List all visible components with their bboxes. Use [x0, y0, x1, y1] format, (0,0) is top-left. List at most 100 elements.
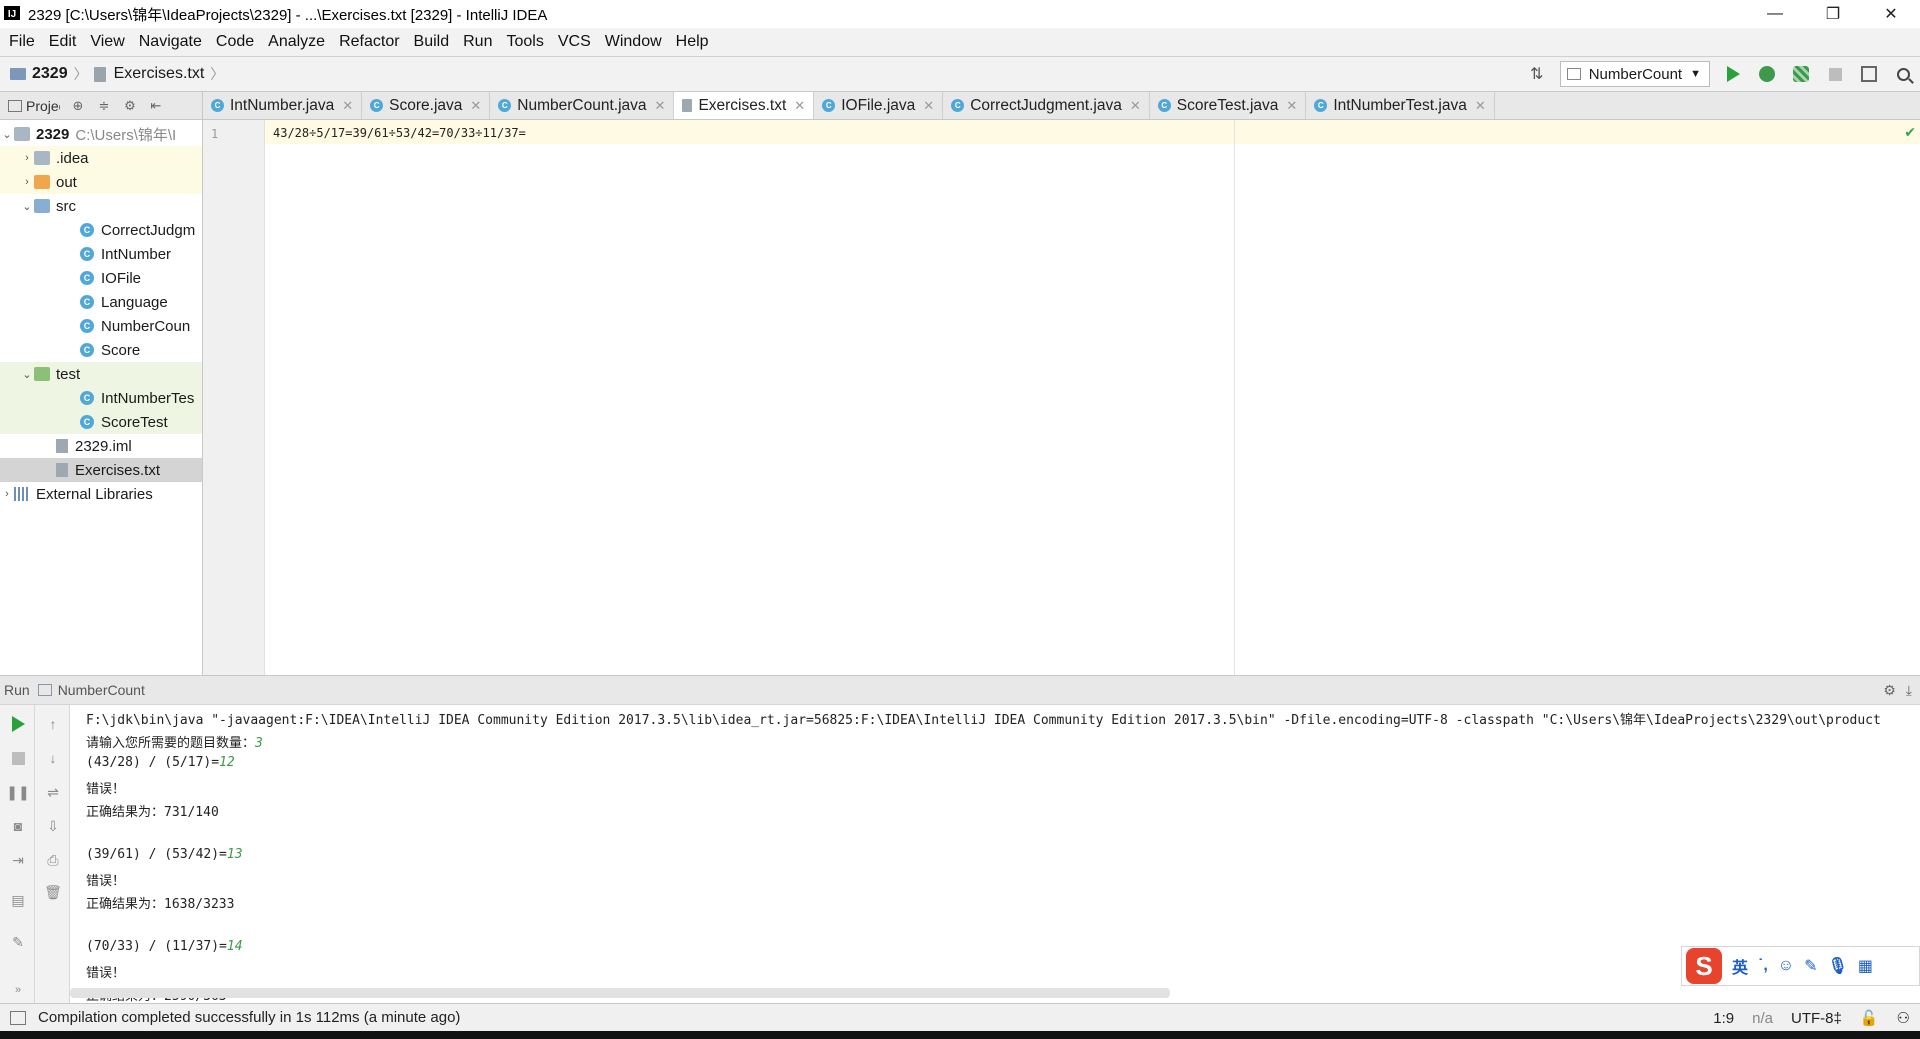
close-icon[interactable]: ✕ — [342, 98, 353, 114]
debug-button[interactable] — [1750, 57, 1784, 91]
project-view-selector[interactable]: Project — [0, 98, 60, 114]
menu-navigate[interactable]: Navigate — [132, 33, 209, 51]
breadcrumb-project[interactable]: 2329 — [32, 65, 68, 83]
menu-edit[interactable]: Edit — [42, 33, 84, 51]
tree-item-class[interactable]: C IntNumber — [0, 242, 202, 266]
tree-item-test[interactable]: ⌄ test — [0, 362, 202, 386]
close-icon[interactable]: ✕ — [923, 98, 934, 114]
menu-tools[interactable]: Tools — [499, 33, 550, 51]
menu-vcs[interactable]: VCS — [551, 33, 598, 51]
file-encoding[interactable]: UTF-8‡ — [1791, 1010, 1842, 1027]
trash-icon[interactable]: 🗑 — [44, 883, 62, 901]
chevron-down-icon[interactable]: ⌄ — [20, 200, 34, 213]
tab-iofile[interactable]: C IOFile.java ✕ — [814, 92, 944, 119]
console-horizontal-scrollbar[interactable] — [70, 988, 1170, 998]
tab-correctjudgment[interactable]: C CorrectJudgment.java ✕ — [943, 92, 1150, 119]
tree-item-class[interactable]: C Score — [0, 338, 202, 362]
emoji-icon[interactable]: ☺ — [1778, 957, 1794, 975]
coverage-button[interactable] — [1784, 57, 1818, 91]
tree-item-idea[interactable]: › .idea — [0, 146, 202, 170]
tree-item-class[interactable]: C IOFile — [0, 266, 202, 290]
pin-icon[interactable]: ✎ — [9, 933, 27, 951]
tab-score[interactable]: C Score.java ✕ — [362, 92, 491, 119]
chevron-right-icon[interactable]: › — [20, 176, 34, 188]
menu-window[interactable]: Window — [598, 33, 669, 51]
menu-code[interactable]: Code — [209, 33, 261, 51]
restore-layout-button[interactable]: ▤ — [9, 891, 27, 909]
tab-exercises[interactable]: Exercises.txt ✕ — [674, 92, 815, 119]
tree-item-exercises[interactable]: Exercises.txt — [0, 458, 202, 482]
menu-view[interactable]: View — [83, 33, 131, 51]
stop-button[interactable] — [1818, 57, 1852, 91]
sogou-logo-icon[interactable]: S — [1686, 948, 1722, 984]
scroll-from-source-icon[interactable]: ⊕ — [70, 98, 86, 114]
console-output[interactable]: F:\jdk\bin\java "-javaagent:F:\IDEA\Inte… — [70, 705, 1920, 1003]
close-button[interactable]: ✕ — [1862, 0, 1920, 28]
handwriting-icon[interactable]: ✎ — [1804, 956, 1817, 976]
menu-help[interactable]: Help — [669, 33, 716, 51]
more-icon[interactable]: » — [9, 981, 27, 999]
collapse-all-icon[interactable]: ≑ — [96, 98, 112, 114]
close-icon[interactable]: ✕ — [1475, 98, 1486, 114]
chevron-right-icon[interactable]: › — [20, 152, 34, 164]
run-button[interactable] — [1716, 57, 1750, 91]
menu-refactor[interactable]: Refactor — [332, 33, 406, 51]
scroll-to-end-icon[interactable]: ⇩ — [44, 817, 62, 835]
pause-button[interactable]: ❚❚ — [6, 783, 29, 801]
ime-language-toggle[interactable]: 英 — [1732, 954, 1748, 978]
tree-item-root[interactable]: ⌄ 2329 C:\Users\锦年\I — [0, 122, 202, 146]
up-arrow-icon[interactable]: ↑ — [44, 715, 62, 733]
chevron-down-icon[interactable]: ⌄ — [0, 128, 14, 141]
inspector-icon[interactable]: ⚇ — [1897, 1009, 1910, 1027]
menu-build[interactable]: Build — [407, 33, 457, 51]
tree-item-class[interactable]: C Language — [0, 290, 202, 314]
restore-button[interactable]: ❐ — [1804, 0, 1862, 28]
lock-icon[interactable]: 🔓 — [1860, 1009, 1879, 1027]
tab-numbercount[interactable]: C NumberCount.java ✕ — [490, 92, 675, 119]
breadcrumb-file[interactable]: Exercises.txt — [114, 65, 205, 83]
tool-windows-icon[interactable] — [10, 1010, 26, 1025]
line-separator-indicator[interactable]: n/a — [1752, 1010, 1773, 1027]
menu-file[interactable]: File — [2, 33, 42, 51]
print-icon[interactable]: ⎙ — [44, 851, 62, 869]
ime-punctuation-toggle[interactable]: ˙, — [1758, 957, 1768, 975]
tree-item-class[interactable]: C NumberCoun — [0, 314, 202, 338]
tab-intnumber[interactable]: C IntNumber.java ✕ — [203, 92, 363, 119]
close-icon[interactable]: ✕ — [470, 98, 481, 114]
rerun-button[interactable] — [9, 715, 27, 733]
close-icon[interactable]: ✕ — [1130, 98, 1141, 114]
menu-run[interactable]: Run — [456, 33, 499, 51]
tree-item-iml[interactable]: 2329.iml — [0, 434, 202, 458]
gear-icon[interactable]: ⚙ — [1883, 682, 1896, 699]
tree-item-out[interactable]: › out — [0, 170, 202, 194]
dump-threads-button[interactable]: ◙ — [9, 817, 27, 835]
tree-item-test-class[interactable]: C IntNumberTes — [0, 386, 202, 410]
menu-analyze[interactable]: Analyze — [261, 33, 332, 51]
tree-item-src[interactable]: ⌄ src — [0, 194, 202, 218]
status-message[interactable]: Compilation completed successfully in 1s… — [38, 1009, 460, 1026]
tree-item-test-class[interactable]: C ScoreTest — [0, 410, 202, 434]
hide-panel-icon[interactable]: ⤓ — [1906, 682, 1912, 699]
close-icon[interactable]: ✕ — [1286, 98, 1297, 114]
close-icon[interactable]: ✕ — [655, 98, 666, 114]
soft-wrap-icon[interactable]: ⇌ — [44, 783, 62, 801]
run-panel-config[interactable]: NumberCount — [58, 682, 145, 698]
tree-item-class[interactable]: C CorrectJudgm — [0, 218, 202, 242]
run-configuration-select[interactable]: NumberCount ▼ — [1559, 61, 1710, 87]
minimize-button[interactable]: — — [1746, 0, 1804, 28]
microphone-icon[interactable]: 🎙 — [1828, 956, 1848, 976]
down-arrow-icon[interactable]: ↓ — [44, 749, 62, 767]
close-icon[interactable]: ✕ — [794, 98, 805, 114]
editor-text-line[interactable]: 43/28÷5/17=39/61÷53/42=70/33÷11/37= — [273, 126, 526, 140]
tree-item-external-libraries[interactable]: › External Libraries — [0, 482, 202, 506]
tab-scoretest[interactable]: C ScoreTest.java ✕ — [1150, 92, 1307, 119]
chevron-right-icon[interactable]: › — [0, 488, 14, 500]
hide-panel-icon[interactable]: ⇤ — [148, 98, 164, 114]
code-editor[interactable]: 1 43/28÷5/17=39/61÷53/42=70/33÷11/37= ✔ — [203, 120, 1920, 675]
caret-position[interactable]: 1:9 — [1713, 1010, 1734, 1027]
search-everywhere-button[interactable] — [1886, 57, 1920, 91]
project-structure-button[interactable] — [1852, 57, 1886, 91]
tab-intnumbertest[interactable]: C IntNumberTest.java ✕ — [1306, 92, 1495, 119]
stop-button[interactable] — [9, 749, 27, 767]
grid-menu-icon[interactable]: ▦ — [1858, 956, 1873, 976]
